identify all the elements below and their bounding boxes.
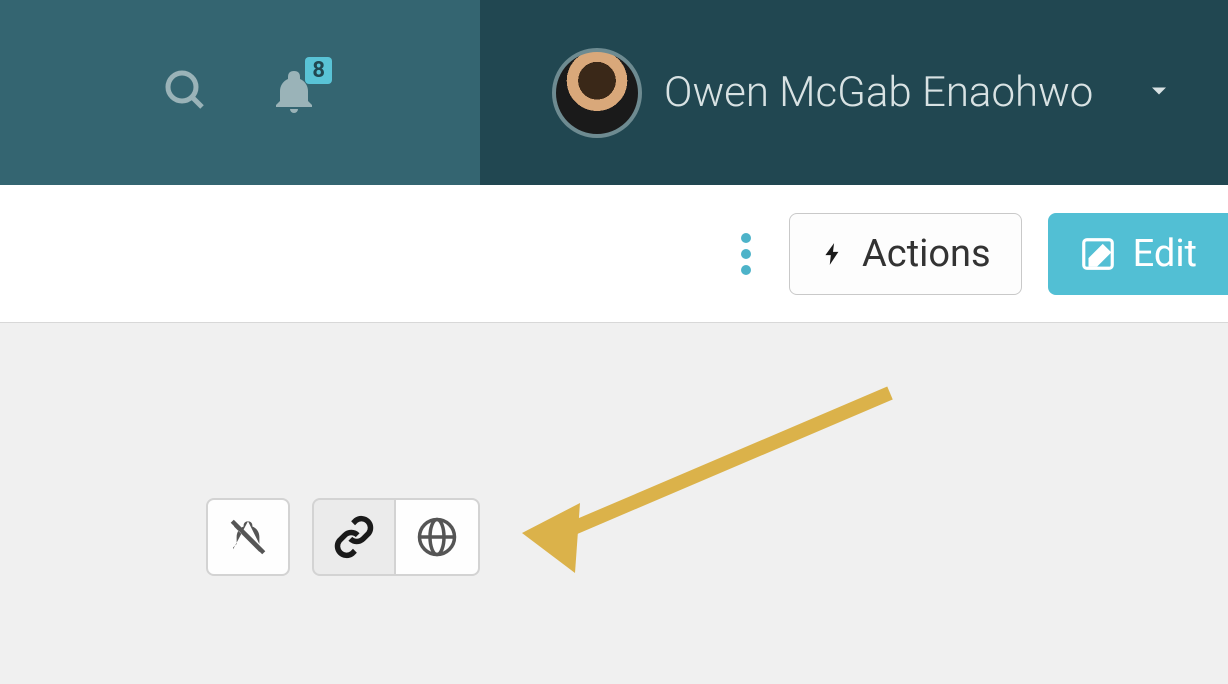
mute-button[interactable] xyxy=(206,498,290,576)
globe-icon xyxy=(416,516,458,558)
header-left-section: 8 xyxy=(0,0,480,185)
top-header: 8 Owen McGab Enaohwo xyxy=(0,0,1228,185)
link-button[interactable] xyxy=(312,498,396,576)
actions-button-label: Actions xyxy=(862,232,991,276)
pencil-square-icon xyxy=(1079,235,1117,273)
more-options-button[interactable] xyxy=(729,221,763,287)
link-globe-group xyxy=(312,498,480,576)
avatar[interactable] xyxy=(552,48,642,138)
edit-button-label: Edit xyxy=(1133,232,1197,276)
edit-button[interactable]: Edit xyxy=(1048,213,1228,295)
content-icon-group xyxy=(206,498,480,576)
action-toolbar: Actions Edit xyxy=(0,185,1228,323)
user-name[interactable]: Owen McGab Enaohwo xyxy=(664,68,1093,117)
link-icon xyxy=(332,515,376,559)
actions-button[interactable]: Actions xyxy=(789,213,1022,295)
globe-button[interactable] xyxy=(396,498,480,576)
chevron-down-icon[interactable] xyxy=(1115,77,1173,109)
annotation-arrow xyxy=(520,373,920,583)
search-icon[interactable] xyxy=(162,67,210,119)
content-area xyxy=(0,323,1228,684)
more-options-icon xyxy=(741,233,751,243)
header-right-section: Owen McGab Enaohwo xyxy=(480,0,1228,185)
notification-badge: 8 xyxy=(305,57,332,84)
lightning-icon xyxy=(820,234,846,274)
notifications-button[interactable]: 8 xyxy=(270,67,318,119)
bell-slash-icon xyxy=(227,516,269,558)
